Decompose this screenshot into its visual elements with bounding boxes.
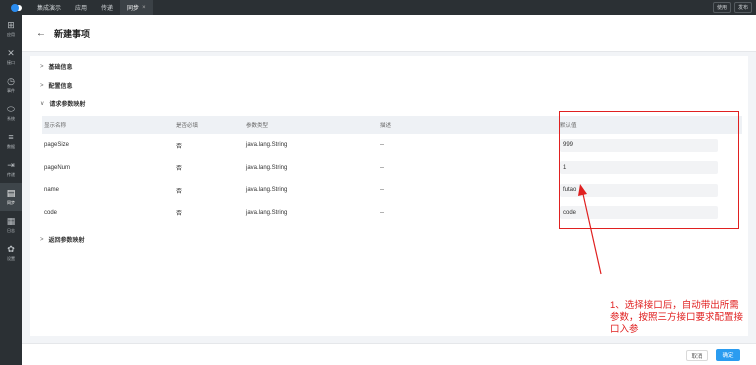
table-row: pageNum 否 java.lang.String -- 1 xyxy=(42,157,742,180)
section-basic-info[interactable]: > 基础信息 xyxy=(40,62,73,72)
back-arrow-icon[interactable]: ← xyxy=(36,28,46,39)
col-header-default: 默认值 xyxy=(560,123,577,129)
settings-icon: ✿ xyxy=(7,243,15,254)
cell-type: java.lang.String xyxy=(246,187,288,194)
request-params-table: 显示名称 是否必填 参数类型 描述 默认值 pageSize 否 java.la… xyxy=(42,116,742,224)
cell-required: 否 xyxy=(176,188,183,195)
section-request-params[interactable]: ∨ 请求参数映射 xyxy=(40,99,85,108)
chevron-right-icon: > xyxy=(40,63,44,70)
top-tab-sync[interactable]: 同步 × xyxy=(120,0,153,15)
col-header-param-type: 参数类型 xyxy=(246,123,269,129)
cell-name: pageNum xyxy=(44,164,71,171)
top-tab-demo[interactable]: 集成演示 xyxy=(30,0,68,15)
cell-name: code xyxy=(44,209,58,216)
cancel-button[interactable]: 取消 xyxy=(686,350,708,361)
page-header: ← 新建事项 xyxy=(22,15,756,52)
cell-name: name xyxy=(44,187,60,194)
sidebar-item-apps[interactable]: ⊞ 应用 xyxy=(0,15,22,43)
top-tab-transfer[interactable]: 传递 xyxy=(94,0,120,15)
tab-label: 传递 xyxy=(101,6,114,12)
sidebar-item-label: 传递 xyxy=(7,171,15,177)
section-title: 基础信息 xyxy=(48,65,73,71)
sidebar-item-interfaces[interactable]: ✕ 接口 xyxy=(0,43,22,71)
cell-desc: -- xyxy=(380,164,384,171)
annotation-line: 1、选择接口后，自动带出所需 xyxy=(610,300,739,311)
sidebar-item-events[interactable]: ◷ 事件 xyxy=(0,71,22,99)
sidebar-item-logs[interactable]: ▦ 日志 xyxy=(0,211,22,239)
annotation-note: 1、选择接口后，自动带出所需 参数，按照三方接口要求配置接 口入参 xyxy=(610,300,756,336)
sidebar-item-sync[interactable]: ▤ 同步 xyxy=(0,183,22,211)
top-tab-app[interactable]: 应用 xyxy=(68,0,94,15)
top-bar: 集成演示 应用 传递 同步 × 使用 发布 xyxy=(0,0,756,15)
table-row: name 否 java.lang.String -- futao xyxy=(42,179,742,202)
annotation-line: 口入参 xyxy=(610,324,639,335)
default-value-input[interactable]: 1 xyxy=(560,161,718,175)
chevron-right-icon: > xyxy=(40,236,44,243)
page-footer: 取消 确定 xyxy=(22,343,756,365)
table-row: code 否 java.lang.String -- code xyxy=(42,202,742,225)
sidebar-item-settings[interactable]: ✿ 设置 xyxy=(0,239,22,267)
col-header-required: 是否必填 xyxy=(176,123,199,129)
table-header: 显示名称 是否必填 参数类型 描述 默认值 xyxy=(42,116,742,134)
sidebar-item-label: 系统 xyxy=(7,115,15,121)
tag-icon: ⬭ xyxy=(7,103,15,114)
cell-required: 否 xyxy=(176,143,183,150)
sidebar-item-label: 接口 xyxy=(7,59,15,65)
cell-required: 否 xyxy=(176,166,183,173)
import-icon: ⇥ xyxy=(7,159,15,170)
use-button[interactable]: 使用 xyxy=(712,2,731,13)
form-panel: > 基础信息 > 配置信息 ∨ 请求参数映射 显示名称 是否必填 参数类型 描述… xyxy=(30,56,748,336)
sidebar-item-transfer[interactable]: ⇥ 传递 xyxy=(0,155,22,183)
section-response-params[interactable]: > 返回参数映射 xyxy=(40,235,85,245)
sync-icon: ▤ xyxy=(6,187,16,198)
table-row: pageSize 否 java.lang.String -- 999 xyxy=(42,134,742,157)
app-logo-icon[interactable] xyxy=(0,0,30,15)
cell-type: java.lang.String xyxy=(246,209,288,216)
chevron-right-icon: > xyxy=(40,82,44,89)
page-title: 新建事项 xyxy=(54,28,91,39)
confirm-button[interactable]: 确定 xyxy=(716,349,740,361)
cell-desc: -- xyxy=(380,209,384,216)
chevron-down-icon: ∨ xyxy=(40,101,45,107)
cell-type: java.lang.String xyxy=(246,164,288,171)
grid-icon: ⊞ xyxy=(7,19,15,30)
cell-type: java.lang.String xyxy=(246,142,288,149)
doc-icon: ▦ xyxy=(6,215,16,226)
col-header-display-name: 显示名称 xyxy=(44,123,67,129)
sidebar-item-label: 日志 xyxy=(7,227,15,233)
sidebar: ⊞ 应用 ✕ 接口 ◷ 事件 ⬭ 系统 ≡ 数据 ⇥ 传递 ▤ 同步 ▦ 日志 ✿ 设置 xyxy=(0,15,22,365)
cell-required: 否 xyxy=(176,211,183,218)
sidebar-item-label: 数据 xyxy=(7,143,15,149)
section-title: 配置信息 xyxy=(48,84,73,90)
sidebar-item-data[interactable]: ≡ 数据 xyxy=(0,127,22,155)
tab-label: 应用 xyxy=(75,6,88,12)
cell-desc: -- xyxy=(380,187,384,194)
default-value-input[interactable]: futao xyxy=(560,183,718,197)
close-icon[interactable]: × xyxy=(142,5,146,11)
sidebar-item-label: 事件 xyxy=(7,87,15,93)
default-value-input[interactable]: code xyxy=(560,206,718,220)
col-header-description: 描述 xyxy=(380,123,392,129)
sidebar-item-label: 应用 xyxy=(7,31,15,37)
annotation-line: 参数，按照三方接口要求配置接 xyxy=(610,312,744,323)
list-icon: ≡ xyxy=(8,131,14,142)
cell-name: pageSize xyxy=(44,142,70,149)
section-title: 返回参数映射 xyxy=(48,238,85,244)
sidebar-item-systems[interactable]: ⬭ 系统 xyxy=(0,99,22,127)
sidebar-item-label: 设置 xyxy=(7,255,15,261)
tools-icon: ✕ xyxy=(7,47,15,58)
cell-desc: -- xyxy=(380,142,384,149)
tab-label: 同步 xyxy=(127,6,140,12)
section-config-info[interactable]: > 配置信息 xyxy=(40,81,73,91)
sidebar-item-label: 同步 xyxy=(7,199,15,205)
section-title: 请求参数映射 xyxy=(49,102,86,108)
clock-icon: ◷ xyxy=(7,75,15,86)
tab-label: 集成演示 xyxy=(37,6,62,12)
default-value-input[interactable]: 999 xyxy=(560,138,718,152)
publish-button[interactable]: 发布 xyxy=(733,2,752,13)
